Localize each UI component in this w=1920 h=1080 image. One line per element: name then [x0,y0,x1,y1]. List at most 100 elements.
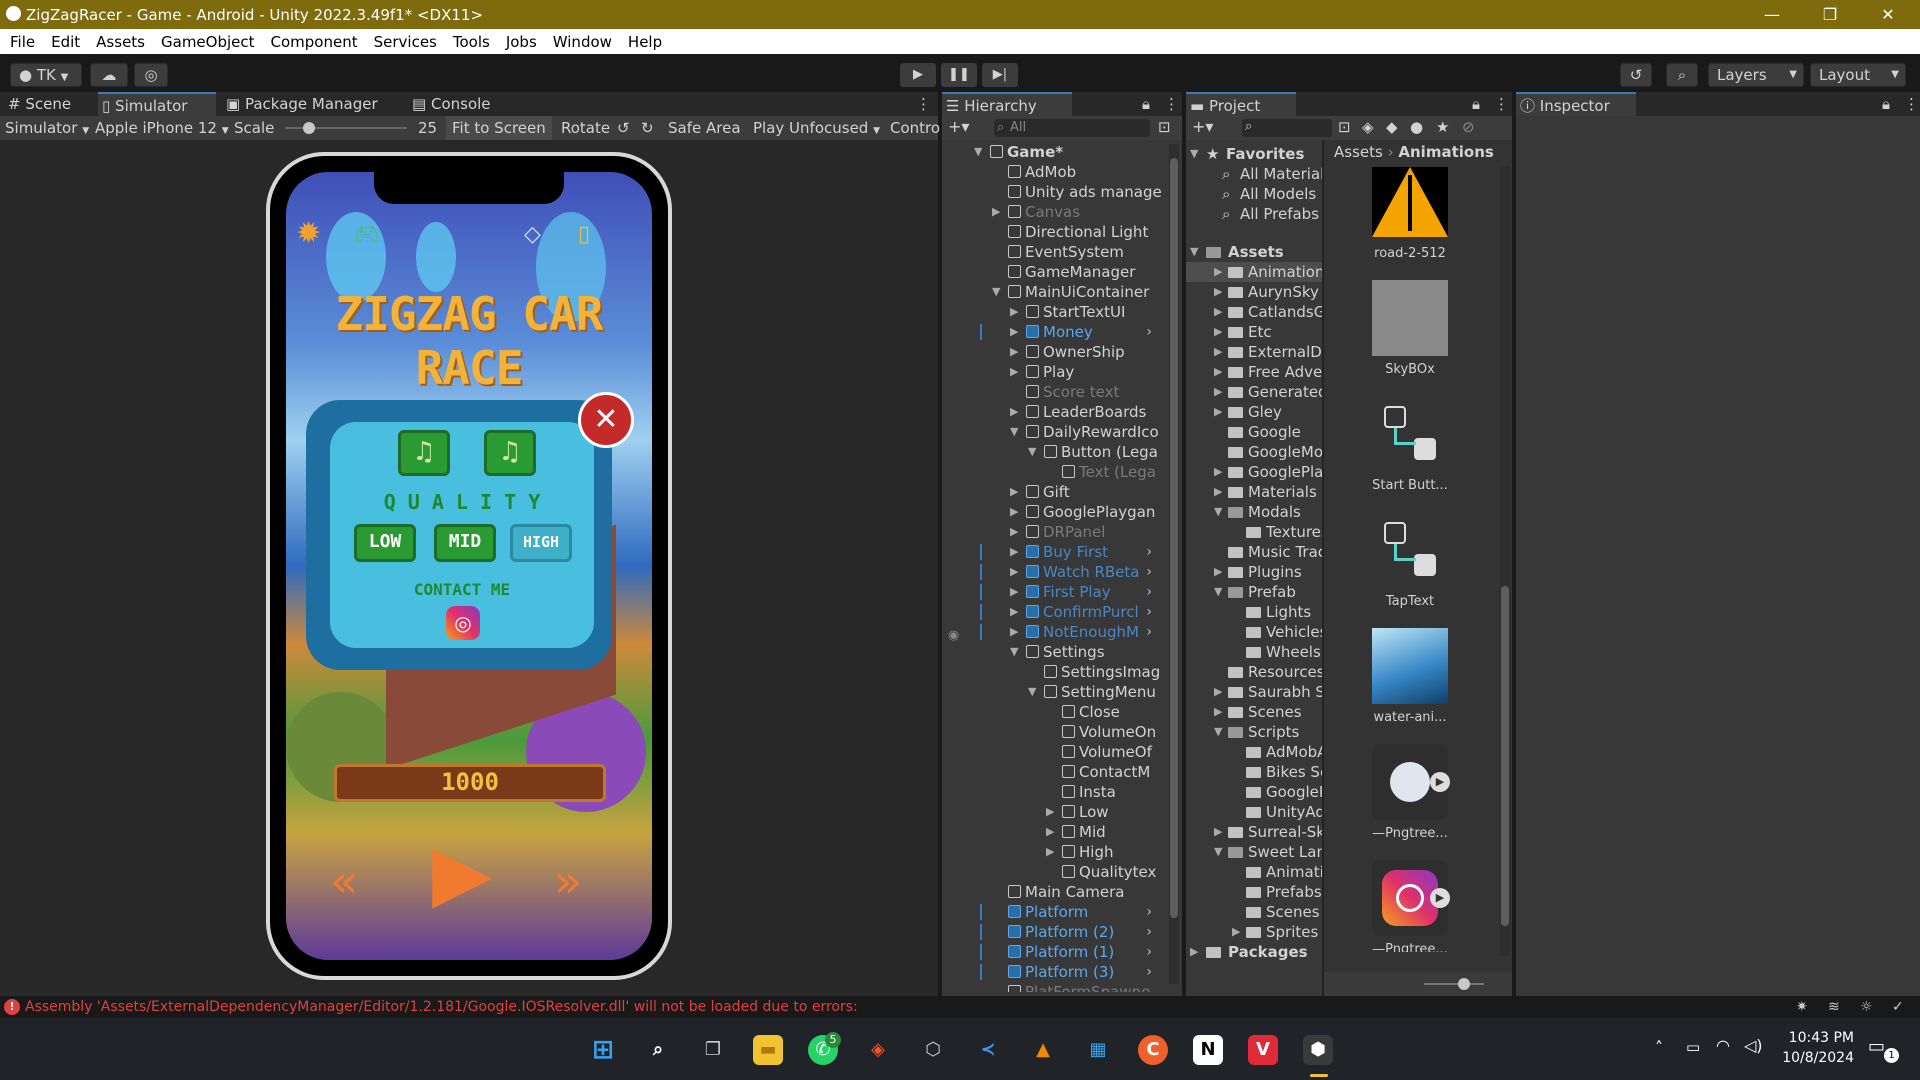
project-folder-item[interactable]: Animatic [1186,862,1322,882]
unity-hub-icon[interactable]: ⬡ [918,1035,948,1065]
project-folder-item[interactable]: Google [1186,422,1322,442]
play-button[interactable]: ▶ [900,63,936,87]
collapsed-arrow-icon[interactable]: ▶ [1190,942,1198,962]
vlc-icon[interactable]: ▲ [1028,1035,1058,1065]
hierarchy-item[interactable]: ▼ SettingMenu [942,682,1168,702]
layout-dropdown[interactable]: Layout ▼ [1810,63,1906,87]
project-folder-item[interactable]: AdMobA [1186,742,1322,762]
project-folder-item[interactable]: ▶ Sprites [1186,922,1322,942]
hierarchy-item[interactable]: ▶ Low [942,802,1168,822]
collapsed-arrow-icon[interactable]: ▶ [1214,302,1222,322]
visibility-icon[interactable]: ◉ [948,628,959,643]
account-dropdown[interactable]: ● TK ▼ [10,63,82,87]
favorite-item[interactable]: ⌕ All Prefabs [1186,204,1322,224]
collapsed-arrow-icon[interactable]: ▶ [1010,582,1018,602]
project-folder-item[interactable]: GoogleMob [1186,442,1322,462]
notification-icon[interactable]: ▭ [1868,1036,1885,1057]
game-view[interactable]: ✹ 🎮︎ ◇ ▯ ZIGZAG CAR RACE ♫ ♫ Q U A L I T… [286,172,652,960]
scrollbar-thumb[interactable] [1501,586,1509,926]
project-folder-item[interactable]: Vehicles [1186,622,1322,642]
hierarchy-item[interactable]: Directional Light [942,222,1168,242]
layers-dropdown[interactable]: Layers ▼ [1708,63,1804,87]
asset-item[interactable]: SkyBOx [1324,278,1496,390]
minimize-button[interactable]: — [1743,0,1801,29]
hierarchy-item[interactable]: Platform (1) › [942,942,1168,962]
chevron-right-icon[interactable]: › [1146,582,1152,602]
unity-editor-icon[interactable]: ⬢ [1303,1035,1333,1065]
project-folder-item[interactable]: ▼ Modals [1186,502,1322,522]
chevron-right-icon[interactable]: › [1146,562,1152,582]
next-icon[interactable]: » [554,854,582,908]
project-folder-item[interactable]: ▼ Sweet Lan [1186,842,1322,862]
check-icon[interactable]: ✓ [1892,996,1904,1018]
simulator-mode-dropdown[interactable]: Simulator ▼ [5,116,89,143]
label-filter-icon[interactable]: ◆ [1386,118,1398,136]
quality-high-button[interactable]: HIGH [510,524,572,562]
expanded-arrow-icon[interactable]: ▼ [974,142,982,162]
search-icon[interactable]: ⌕ [643,1035,673,1065]
tab-console[interactable]: ▤ Console [408,92,518,116]
menu-help[interactable]: Help [628,33,662,51]
hierarchy-item[interactable]: Text (Lega [942,462,1168,482]
debug-icon[interactable]: ✷ [1796,996,1808,1018]
collapsed-arrow-icon[interactable]: ▶ [1010,402,1018,422]
hierarchy-item[interactable]: ▶ DRPanel [942,522,1168,542]
collapsed-arrow-icon[interactable]: ▶ [1010,542,1018,562]
hierarchy-item[interactable]: ▶ Money › [942,322,1168,342]
expanded-arrow-icon[interactable]: ▼ [1028,442,1036,462]
gamepad-icon[interactable]: 🎮︎ [354,222,379,246]
collapsed-arrow-icon[interactable]: ▶ [1010,602,1018,622]
safe-area-toggle[interactable]: Safe Area [668,116,741,140]
vivaldi-icon[interactable]: V [1248,1035,1278,1065]
hierarchy-item[interactable]: ▶ Play [942,362,1168,382]
hierarchy-item[interactable]: ▶ StartTextUI [942,302,1168,322]
chevron-right-icon[interactable]: › [1146,922,1152,942]
asset-zoom-slider[interactable] [1424,978,1484,990]
collapsed-arrow-icon[interactable]: ▶ [1046,842,1054,862]
asset-item[interactable]: ▶ —Pngtree... [1324,858,1496,952]
tab-inspector[interactable]: ⓘ Inspector [1516,92,1636,116]
tab-simulator[interactable]: ▯ Simulator [98,92,216,116]
collapsed-arrow-icon[interactable]: ▶ [1010,522,1018,542]
status-message[interactable]: Assembly 'Assets/ExternalDependencyManag… [25,996,858,1018]
hierarchy-item[interactable]: Platform (3) › [942,962,1168,982]
gear-icon[interactable]: ✹ [296,216,321,251]
hierarchy-item[interactable]: ▶ High [942,842,1168,862]
project-search-input[interactable]: ⌕ [1242,119,1332,137]
hierarchy-item[interactable]: ▼ Settings [942,642,1168,662]
hidden-packages-icon[interactable]: ⊘ [1462,118,1475,136]
lock-icon[interactable]: 🔒︎ [1138,92,1156,116]
add-icon[interactable]: +▾ [948,117,969,136]
hierarchy-item[interactable]: Main Camera [942,882,1168,902]
project-folder-item[interactable]: Textures [1186,522,1322,542]
favorite-item[interactable]: ⌕ All Material [1186,164,1322,184]
hierarchy-item[interactable]: PlatFormSpawne [942,982,1168,992]
chevron-right-icon[interactable]: › [1146,322,1152,342]
tab-hierarchy[interactable]: ☰ Hierarchy [942,92,1072,116]
step-button[interactable]: ▶| [982,63,1018,87]
close-popup-button[interactable]: ✕ [578,392,634,448]
chevron-right-icon[interactable]: › [1146,542,1152,562]
collapsed-arrow-icon[interactable]: ▶ [1010,342,1018,362]
hierarchy-item[interactable]: EventSystem [942,242,1168,262]
hierarchy-item[interactable]: ▶ Watch RBeta › [942,562,1168,582]
hierarchy-scrollbar[interactable] [1169,144,1179,984]
quality-mid-button[interactable]: MID [434,524,496,562]
hierarchy-item[interactable]: VolumeOn [942,722,1168,742]
quality-low-button[interactable]: LOW [354,524,416,562]
warning-filter-icon[interactable]: ● [1410,118,1423,136]
type-filter-icon[interactable]: ◈ [1362,118,1374,136]
rotate-button[interactable]: Rotate [561,116,610,140]
collapsed-arrow-icon[interactable]: ▶ [1010,502,1018,522]
assets-header[interactable]: ▼ Assets [1186,242,1322,262]
lock-icon[interactable]: 🔒︎ [1878,92,1896,116]
file-explorer-icon[interactable]: ▬ [753,1035,783,1065]
project-folder-item[interactable]: ▶ Materials [1186,482,1322,502]
cloud-icon[interactable]: ☁ [90,63,128,87]
hierarchy-item[interactable]: ▶ Gift [942,482,1168,502]
chevron-right-icon[interactable]: › [1146,962,1152,982]
filter-icon[interactable]: ⊡ [1338,118,1351,136]
hierarchy-item[interactable]: ▶ Mid [942,822,1168,842]
asset-item[interactable]: Start Butt... [1324,394,1496,506]
rotate-right-icon[interactable]: ↻ [641,116,654,140]
